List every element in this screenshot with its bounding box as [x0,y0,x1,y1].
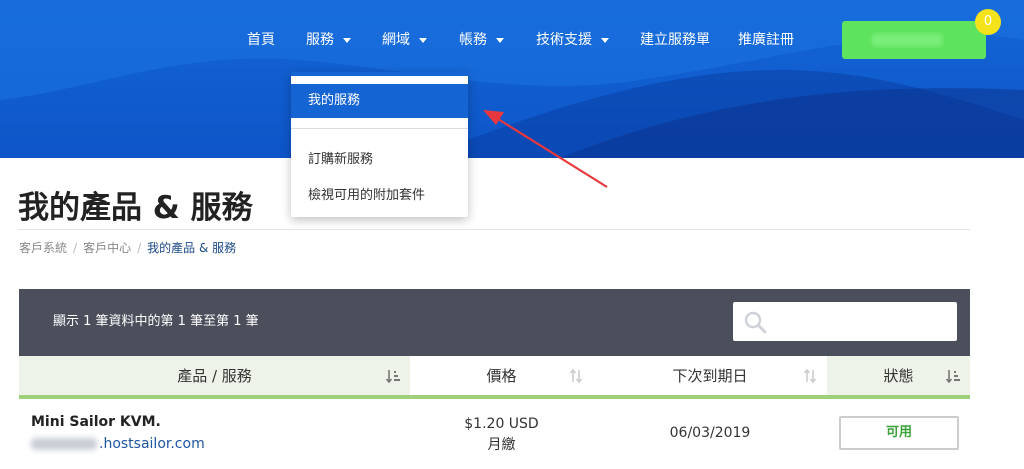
next-due-date: 06/03/2019 [669,425,751,441]
breadcrumb-separator: / [73,241,78,255]
nav-open-ticket[interactable]: 建立服務單 [640,30,710,50]
dropdown-item-my-services[interactable]: 我的服務 [291,84,468,118]
caret-down-icon [343,37,351,43]
search-icon [744,311,767,334]
sort-descending-icon [946,370,960,384]
nav-label: 首頁 [247,32,275,48]
billing-cycle: 月繳 [487,437,516,453]
caret-down-icon [496,37,504,43]
nav-billing[interactable]: 帳務 [459,30,504,50]
table-info-text: 顯示 1 筆資料中的第 1 筆至第 1 筆 [53,314,259,329]
cart-count-badge: 0 [975,9,1001,35]
nav-label: 帳務 [459,32,487,48]
status-badge[interactable]: 可用 [839,416,959,450]
column-label: 下次到期日 [672,367,748,385]
nav-label: 服務 [306,32,334,48]
site-header: 首頁 服務 網域 帳務 技術支援 建立服務單 推廣註冊 0 [0,0,1024,158]
table-column-headers: 產品 / 服務 價格 下次到期日 狀態 [19,356,970,399]
breadcrumb-item-client-area[interactable]: 客戶中心 [83,241,131,255]
cart-button[interactable] [842,21,986,59]
sort-icon [803,368,817,384]
caret-down-icon [601,37,609,43]
nav-home[interactable]: 首頁 [247,30,275,50]
column-header-product[interactable]: 產品 / 服務 [19,356,410,399]
page-title: 我的產品 & 服務 [18,190,253,226]
breadcrumb: 客戶系統 / 客戶中心 / 我的產品 & 服務 [19,240,236,256]
services-dropdown-menu: 我的服務 訂購新服務 檢視可用的附加套件 [291,72,468,217]
nav-affiliates[interactable]: 推廣註冊 [738,30,794,50]
price-cell: $1.20 USD 月繳 [410,414,593,456]
table-search-input[interactable] [733,302,957,341]
column-label: 狀態 [883,367,914,385]
cart-label-redacted [872,34,942,46]
domain-redacted [31,438,97,450]
nav-label: 推廣註冊 [738,32,794,48]
column-label: 價格 [486,367,517,385]
dropdown-item-order-new[interactable]: 訂購新服務 [291,143,468,177]
nav-services[interactable]: 服務 [306,30,351,50]
column-header-status[interactable]: 狀態 [827,356,970,399]
column-header-price[interactable]: 價格 [410,356,593,399]
column-label: 產品 / 服務 [177,367,252,385]
nav-label: 網域 [382,32,410,48]
product-domain: .hostsailor.com [31,436,205,452]
breadcrumb-separator: / [137,241,142,255]
domain-suffix: .hostsailor.com [99,436,205,452]
column-header-next-due[interactable]: 下次到期日 [593,356,827,399]
table-row[interactable]: Mini Sailor KVM. .hostsailor.com $1.20 U… [19,399,970,469]
dropdown-divider [291,128,468,129]
sort-descending-icon [386,370,400,384]
sort-icon [569,368,583,384]
price-amount: $1.20 USD [464,416,539,432]
breadcrumb-item-current: 我的產品 & 服務 [147,241,237,255]
product-name: Mini Sailor KVM. [31,414,161,430]
nav-domains[interactable]: 網域 [382,30,427,50]
caret-down-icon [419,37,427,43]
nav-label: 建立服務單 [640,32,710,48]
dropdown-item-view-addons[interactable]: 檢視可用的附加套件 [291,179,468,213]
breadcrumb-item-portal[interactable]: 客戶系統 [19,241,67,255]
table-toolbar: 顯示 1 筆資料中的第 1 筆至第 1 筆 [19,289,970,356]
title-divider [18,229,970,230]
nav-support[interactable]: 技術支援 [536,30,609,50]
nav-label: 技術支援 [536,32,592,48]
